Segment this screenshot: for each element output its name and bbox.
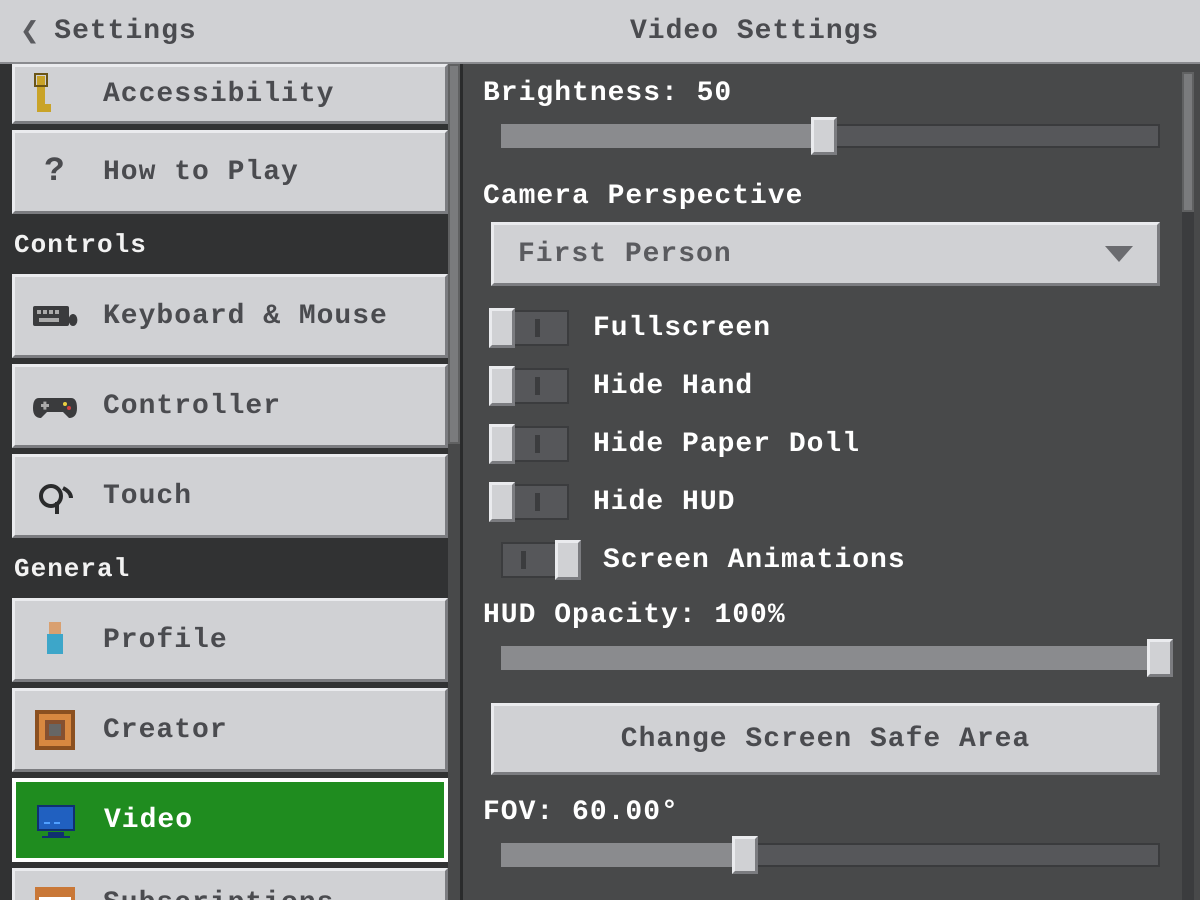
toggle-knob[interactable] <box>555 540 581 580</box>
toggle-fullscreen[interactable] <box>491 310 569 346</box>
sidebar-item-profile[interactable]: Profile <box>12 598 448 682</box>
slider-thumb[interactable] <box>732 836 758 874</box>
sidebar-item-accessibility[interactable]: Accessibility <box>12 64 448 124</box>
question-icon: ? <box>29 146 81 198</box>
camera-perspective-label: Camera Perspective <box>483 181 1168 212</box>
controller-icon <box>29 380 81 432</box>
sidebar-item-keyboard-mouse[interactable]: Keyboard & Mouse <box>12 274 448 358</box>
sidebar-item-label: How to Play <box>103 157 299 188</box>
back-button[interactable]: ❮ Settings <box>0 0 217 62</box>
brightness-slider[interactable] <box>501 119 1160 153</box>
sidebar-item-label: Touch <box>103 481 192 512</box>
profile-icon <box>29 614 81 666</box>
section-header-general: General <box>0 544 460 592</box>
fov-slider[interactable] <box>501 838 1160 872</box>
sidebar-item-subscriptions[interactable]: Subscriptions <box>12 868 448 900</box>
main-scrollbar-thumb[interactable] <box>1182 72 1194 212</box>
toggle-hide-paper-doll[interactable] <box>491 426 569 462</box>
sidebar-item-label: Video <box>104 805 193 836</box>
toggle-label: Fullscreen <box>593 313 771 344</box>
toggle-row: Hide Hand <box>491 368 1160 404</box>
main-scrollbar[interactable] <box>1182 72 1194 900</box>
fov-label: FOV: 60.00° <box>483 797 1168 828</box>
sidebar-item-label: Subscriptions <box>103 888 334 900</box>
toggle-screen-animations[interactable] <box>501 542 579 578</box>
keyboard-icon <box>29 290 81 342</box>
sidebar-item-how-to-play[interactable]: ? How to Play <box>12 130 448 214</box>
sidebar: Accessibility ? How to Play Controls Key… <box>0 64 460 900</box>
toggle-hide-hud[interactable] <box>491 484 569 520</box>
dropdown-value: First Person <box>518 239 732 270</box>
touch-icon <box>29 470 81 522</box>
toggle-row: Hide Paper Doll <box>491 426 1160 462</box>
sidebar-item-controller[interactable]: Controller <box>12 364 448 448</box>
sidebar-item-label: Accessibility <box>103 79 334 110</box>
toggle-knob[interactable] <box>489 366 515 406</box>
key-icon <box>29 68 81 120</box>
sidebar-item-touch[interactable]: Touch <box>12 454 448 538</box>
sidebar-item-label: Controller <box>103 391 281 422</box>
toggle-hide-hand[interactable] <box>491 368 569 404</box>
chevron-left-icon: ❮ <box>20 11 40 51</box>
toggle-row: Screen Animations <box>501 542 1160 578</box>
toggle-knob[interactable] <box>489 308 515 348</box>
calendar-icon <box>29 877 81 900</box>
toggle-label: Hide Hand <box>593 371 753 402</box>
sidebar-item-label: Creator <box>103 715 228 746</box>
toggle-row: Hide HUD <box>491 484 1160 520</box>
page-title: Video Settings <box>630 16 879 47</box>
sidebar-item-label: Profile <box>103 625 228 656</box>
sidebar-scrollbar[interactable] <box>448 64 460 900</box>
toggle-label: Hide HUD <box>593 487 735 518</box>
hud-opacity-slider[interactable] <box>501 641 1160 675</box>
sidebar-scrollbar-thumb[interactable] <box>448 64 460 444</box>
toggle-label: Hide Paper Doll <box>593 429 860 460</box>
main-panel: Brightness: 50 Camera Perspective First … <box>460 64 1200 900</box>
toggle-knob[interactable] <box>489 424 515 464</box>
slider-thumb[interactable] <box>811 117 837 155</box>
creator-icon <box>29 704 81 756</box>
sidebar-item-label: Keyboard & Mouse <box>103 301 388 332</box>
section-header-controls: Controls <box>0 220 460 268</box>
chevron-down-icon <box>1105 246 1133 262</box>
camera-perspective-dropdown[interactable]: First Person <box>491 222 1160 286</box>
video-icon <box>30 794 82 846</box>
title-bar: ❮ Settings Video Settings <box>0 0 1200 64</box>
toggle-knob[interactable] <box>489 482 515 522</box>
slider-thumb[interactable] <box>1147 639 1173 677</box>
sidebar-item-video[interactable]: Video <box>12 778 448 862</box>
hud-opacity-label: HUD Opacity: 100% <box>483 600 1168 631</box>
brightness-label: Brightness: 50 <box>483 78 1168 109</box>
button-label: Change Screen Safe Area <box>621 724 1030 755</box>
toggle-row: Fullscreen <box>491 310 1160 346</box>
sidebar-item-creator[interactable]: Creator <box>12 688 448 772</box>
toggle-label: Screen Animations <box>603 545 906 576</box>
back-button-label: Settings <box>54 16 196 47</box>
change-safe-area-button[interactable]: Change Screen Safe Area <box>491 703 1160 775</box>
